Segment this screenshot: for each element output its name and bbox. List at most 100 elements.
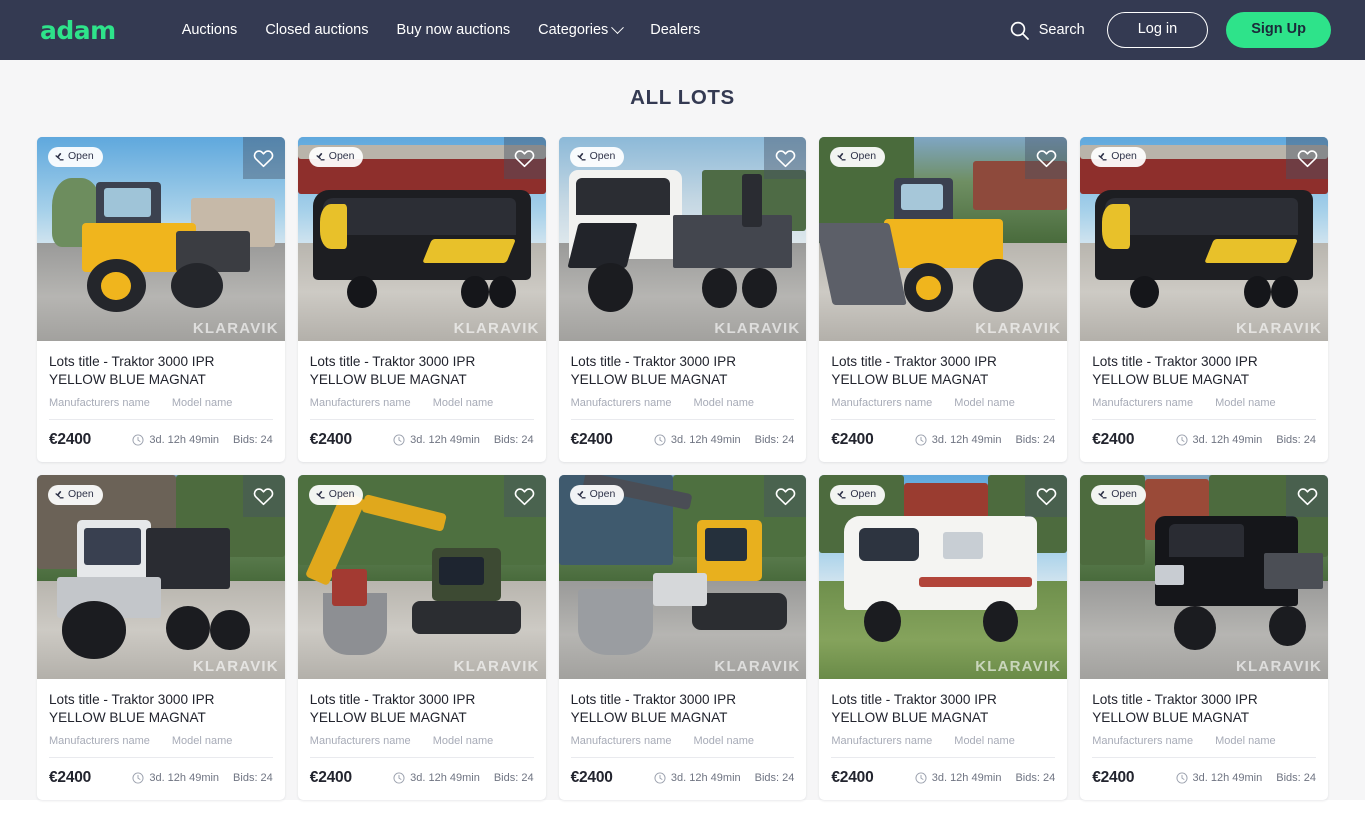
- favorite-button[interactable]: [503, 475, 546, 517]
- lot-price: €2400: [831, 769, 874, 786]
- status-badge: Open: [569, 485, 625, 505]
- manufacturer-name: Manufacturers name: [1092, 397, 1194, 409]
- lot-image[interactable]: Open KLARAVIK: [297, 137, 546, 341]
- favorite-button[interactable]: [242, 137, 285, 179]
- lot-title: Lots title - Traktor 3000 IPR YELLOW BLU…: [1092, 354, 1258, 388]
- lot-bid-count: Bids: 24: [493, 772, 534, 784]
- heart-icon: [254, 149, 274, 167]
- status-badge: Open: [1091, 485, 1146, 505]
- lot-time-remaining: 3d. 12h 49min: [1176, 434, 1263, 446]
- favorite-button[interactable]: [764, 475, 807, 517]
- gavel-icon: [55, 490, 64, 499]
- lot-time-label: 3d. 12h 49min: [1192, 434, 1263, 446]
- lot-info: Lots title - Traktor 3000 IPR YELLOW BLU…: [298, 341, 546, 419]
- search-button[interactable]: Search: [1005, 14, 1089, 47]
- lot-info: Lots title - Traktor 3000 IPR YELLOW BLU…: [1080, 679, 1328, 757]
- search-button-label: Search: [1038, 22, 1085, 38]
- nav-link-buy-now-auctions[interactable]: Buy now auctions: [382, 14, 524, 46]
- nav-link-auctions[interactable]: Auctions: [168, 14, 252, 46]
- lot-card[interactable]: Open KLARAVIK Lots title - Traktor 3000 …: [1080, 475, 1328, 800]
- manufacturer-name: Manufacturers name: [309, 397, 411, 409]
- lot-price: €2400: [309, 769, 352, 786]
- lot-footer: €2400 3d. 12h 49min Bids: 24: [831, 419, 1056, 462]
- lot-info: Lots title - Traktor 3000 IPR YELLOW BLU…: [559, 341, 807, 419]
- clock-icon: [393, 772, 405, 784]
- lot-title: Lots title - Traktor 3000 IPR YELLOW BLU…: [831, 692, 997, 726]
- lot-stats: 3d. 12h 49min Bids: 24: [1176, 772, 1316, 784]
- lot-price: €2400: [570, 769, 613, 786]
- clock-icon: [393, 434, 405, 446]
- gavel-icon: [577, 490, 586, 499]
- lot-bid-count: Bids: 24: [1276, 434, 1316, 446]
- lot-footer: €2400 3d. 12h 49min Bids: 24: [831, 757, 1056, 800]
- lot-image[interactable]: Open KLARAVIK: [37, 475, 285, 679]
- lot-image[interactable]: Open KLARAVIK: [819, 475, 1068, 679]
- lot-specs: Manufacturers name Model name: [1092, 735, 1316, 757]
- lot-card[interactable]: Open KLARAVIK Lots title - Traktor 3000 …: [37, 137, 285, 462]
- lot-image[interactable]: Open KLARAVIK: [819, 137, 1068, 341]
- lot-card[interactable]: Open KLARAVIK Lots title - Traktor 3000 …: [819, 475, 1068, 800]
- nav-link-closed-auctions[interactable]: Closed auctions: [251, 14, 382, 46]
- status-badge: Open: [48, 485, 103, 505]
- lot-image[interactable]: Open KLARAVIK: [1080, 475, 1328, 679]
- favorite-button[interactable]: [503, 137, 546, 179]
- lot-title: Lots title - Traktor 3000 IPR YELLOW BLU…: [309, 692, 476, 726]
- lot-time-remaining: 3d. 12h 49min: [132, 434, 219, 446]
- heart-icon: [254, 487, 274, 505]
- favorite-button[interactable]: [1286, 475, 1328, 517]
- favorite-button[interactable]: [764, 137, 807, 179]
- lot-time-remaining: 3d. 12h 49min: [1176, 772, 1262, 784]
- lot-card[interactable]: Open KLARAVIK Lots title - Traktor 3000 …: [558, 137, 807, 462]
- favorite-button[interactable]: [242, 475, 285, 517]
- favorite-button[interactable]: [1286, 137, 1328, 179]
- lot-info: Lots title - Traktor 3000 IPR YELLOW BLU…: [298, 679, 546, 757]
- lot-info: Lots title - Traktor 3000 IPR YELLOW BLU…: [819, 679, 1067, 757]
- lot-card[interactable]: Open KLARAVIK Lots title - Traktor 3000 …: [297, 475, 546, 800]
- signup-button[interactable]: Sign Up: [1226, 11, 1331, 49]
- lot-price: €2400: [1092, 769, 1135, 786]
- lot-stats: 3d. 12h 49min Bids: 24: [393, 434, 534, 446]
- nav-link-categories[interactable]: Categories: [524, 14, 636, 46]
- site-logo[interactable]: adam: [40, 18, 116, 43]
- status-badge-label: Open: [1111, 150, 1137, 162]
- gavel-icon: [55, 152, 64, 161]
- heart-icon: [1297, 487, 1317, 505]
- lot-bid-count: Bids: 24: [233, 772, 273, 784]
- clock-icon: [1176, 772, 1188, 784]
- gavel-icon: [837, 152, 847, 161]
- lot-footer: €2400 3d. 12h 49min Bids: 24: [570, 757, 795, 800]
- lot-card[interactable]: Open KLARAVIK Lots title - Traktor 3000 …: [297, 137, 546, 462]
- lot-stats: 3d. 12h 49min Bids: 24: [132, 772, 273, 784]
- lot-info: Lots title - Traktor 3000 IPR YELLOW BLU…: [37, 679, 285, 757]
- lot-card[interactable]: Open KLARAVIK Lots title - Traktor 3000 …: [819, 137, 1068, 462]
- clock-icon: [654, 772, 666, 784]
- lot-bid-count: Bids: 24: [1276, 772, 1316, 784]
- favorite-button[interactable]: [1025, 137, 1068, 179]
- status-badge: Open: [1091, 147, 1146, 167]
- lot-image[interactable]: Open KLARAVIK: [1080, 137, 1328, 341]
- lot-card[interactable]: Open KLARAVIK Lots title - Traktor 3000 …: [37, 475, 285, 800]
- lot-price: €2400: [1092, 431, 1135, 448]
- heart-icon: [775, 487, 796, 505]
- lot-image[interactable]: Open KLARAVIK: [297, 475, 546, 679]
- lot-time-label: 3d. 12h 49min: [670, 772, 741, 784]
- lot-specs: Manufacturers name Model name: [571, 397, 795, 419]
- lot-specs: Manufacturers name Model name: [310, 735, 534, 757]
- manufacturer-name: Manufacturers name: [49, 397, 150, 409]
- lot-card[interactable]: Open KLARAVIK Lots title - Traktor 3000 …: [1080, 137, 1328, 462]
- lot-image[interactable]: Open KLARAVIK: [558, 137, 807, 341]
- status-badge-label: Open: [850, 488, 877, 500]
- status-badge-label: Open: [589, 150, 616, 162]
- lot-specs: Manufacturers name Model name: [1092, 397, 1316, 419]
- nav-link-dealers[interactable]: Dealers: [636, 14, 714, 46]
- lot-time-label: 3d. 12h 49min: [931, 772, 1002, 784]
- lot-bid-count: Bids: 24: [1015, 772, 1056, 784]
- lot-card[interactable]: Open KLARAVIK Lots title - Traktor 3000 …: [558, 475, 807, 800]
- lot-image[interactable]: Open KLARAVIK: [37, 137, 285, 341]
- lot-image[interactable]: Open KLARAVIK: [558, 475, 807, 679]
- status-badge: Open: [308, 147, 364, 167]
- login-button[interactable]: Log in: [1106, 12, 1209, 48]
- lot-time-label: 3d. 12h 49min: [931, 434, 1002, 446]
- favorite-button[interactable]: [1025, 475, 1068, 517]
- lot-title: Lots title - Traktor 3000 IPR YELLOW BLU…: [49, 692, 215, 726]
